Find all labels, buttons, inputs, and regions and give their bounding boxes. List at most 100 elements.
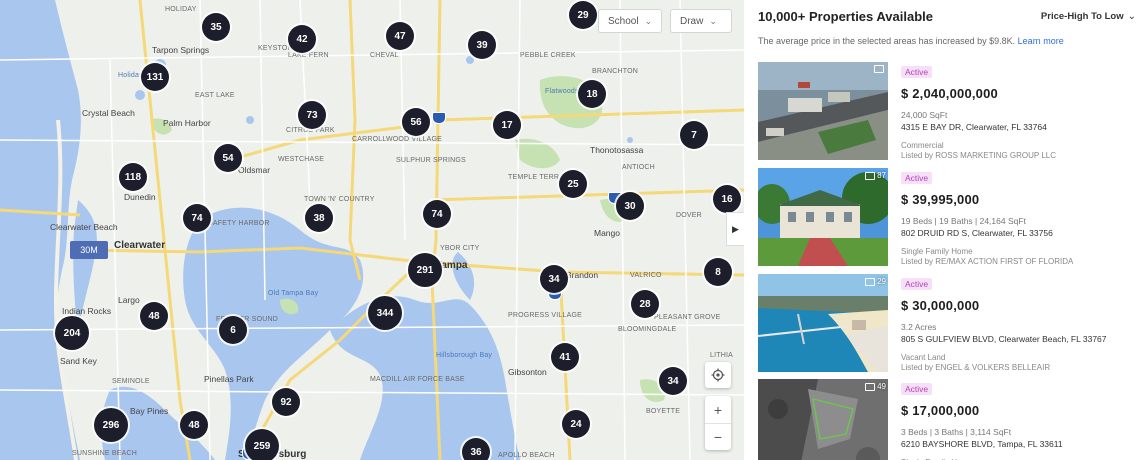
property-cluster[interactable]: 39 (468, 31, 496, 59)
place-label: Pinellas Park (204, 374, 254, 384)
property-cluster[interactable]: 18 (578, 80, 606, 108)
listing-card[interactable]: 87 Active $ 39,995,000 19 Beds | 19 Bath… (758, 168, 1140, 266)
property-cluster[interactable]: 6 (219, 316, 247, 344)
property-cluster[interactable]: 118 (119, 163, 147, 191)
place-label: Sand Key (60, 356, 97, 366)
learn-more-link[interactable]: Learn more (1018, 36, 1064, 46)
listing-photo[interactable] (758, 62, 888, 160)
property-cluster[interactable]: 73 (298, 101, 326, 129)
place-label: Seminole (112, 378, 150, 385)
photo-icon (874, 65, 884, 73)
place-label: Lake Fern (288, 52, 329, 59)
sort-label: Price-High To Low (1040, 11, 1124, 22)
zoom-in-button[interactable]: + (705, 396, 731, 423)
property-cluster[interactable]: 35 (202, 13, 230, 41)
listing-card[interactable]: 29 Active $ 30,000,000 3.2 Acres 805 S G… (758, 274, 1140, 372)
crosshair-icon (711, 368, 725, 382)
property-cluster[interactable]: 92 (272, 388, 300, 416)
place-label: Lithia (710, 352, 733, 359)
chevron-down-icon: ⌄ (1127, 11, 1136, 22)
listing-address[interactable]: 6210 BAYSHORE BLVD, Tampa, FL 33611 (901, 439, 1140, 449)
photo-icon (865, 171, 876, 180)
sort-dropdown[interactable]: Price-High To Low ⌄ (1041, 11, 1136, 22)
property-cluster[interactable]: 38 (305, 204, 333, 232)
place-label: Branchton (592, 68, 639, 75)
school-filter-button[interactable]: School ⌄ (598, 9, 662, 33)
listings-panel: 10,000+ Properties Available Price-High … (744, 0, 1140, 460)
place-label: Progress Village (508, 312, 583, 319)
map-view[interactable]: Holiday Tarpon Springs Holiday Bayou Eas… (0, 0, 744, 460)
property-cluster[interactable]: 259 (245, 429, 279, 460)
property-cluster[interactable]: 24 (562, 410, 590, 438)
property-cluster[interactable]: 28 (631, 290, 659, 318)
place-label: Brandon (566, 270, 599, 280)
place-label: Safety Harbor (208, 220, 270, 227)
draw-tool-button[interactable]: Draw ⌄ (670, 9, 732, 33)
property-cluster[interactable]: 204 (55, 316, 89, 350)
place-label: Cheval (370, 52, 399, 59)
property-cluster[interactable]: 74 (183, 204, 211, 232)
property-cluster[interactable]: 41 (551, 343, 579, 371)
property-cluster[interactable]: 48 (140, 302, 168, 330)
my-location-button[interactable] (705, 362, 731, 388)
listing-info: Active $ 17,000,000 3 Beds | 3 Baths | 3… (901, 379, 1140, 460)
place-label: Boyette (646, 408, 681, 415)
property-cluster[interactable]: 344 (368, 296, 402, 330)
interstate-shield-icon (432, 112, 446, 124)
place-label: Westchase (278, 156, 325, 163)
place-label: Antioch (622, 164, 655, 171)
place-label: Dunedin (124, 192, 156, 202)
property-cluster[interactable]: 30 (616, 192, 644, 220)
property-cluster[interactable]: 296 (94, 408, 128, 442)
photo-count-badge (874, 65, 886, 73)
collapse-panel-toggle[interactable]: ▶ (726, 212, 744, 246)
place-label: Mango (594, 228, 620, 238)
property-cluster[interactable]: 36 (462, 438, 490, 460)
draw-tool-label: Draw (680, 15, 704, 27)
status-badge: Active (901, 383, 933, 395)
status-badge: Active (901, 66, 933, 78)
place-label: Pleasant Grove (654, 314, 721, 321)
zoom-out-button[interactable]: − (705, 423, 731, 450)
listing-facts: 3 Beds | 3 Baths | 3,114 SqFt (901, 427, 1012, 437)
property-cluster[interactable]: 74 (423, 200, 451, 228)
app-root: Holiday Tarpon Springs Holiday Bayou Eas… (0, 0, 1140, 460)
property-cluster[interactable]: 16 (713, 185, 741, 213)
place-label: Clearwater (114, 240, 166, 251)
property-cluster[interactable]: 34 (540, 265, 568, 293)
property-cluster[interactable]: 291 (408, 253, 442, 287)
listing-photo[interactable]: 87 (758, 168, 888, 266)
property-cluster[interactable]: 8 (704, 258, 732, 286)
property-cluster[interactable]: 54 (214, 144, 242, 172)
property-cluster[interactable]: 56 (402, 108, 430, 136)
property-cluster[interactable]: 34 (659, 367, 687, 395)
property-cluster[interactable]: 47 (386, 22, 414, 50)
property-cluster[interactable]: 131 (141, 63, 169, 91)
photo-count: 29 (877, 277, 886, 286)
listing-address[interactable]: 802 DRUID RD S, Clearwater, FL 33756 (901, 228, 1140, 238)
place-label: Old Tampa Bay (268, 290, 319, 297)
selected-price-pin[interactable]: 30M (70, 241, 108, 259)
place-label: Carrollwood Village (352, 136, 443, 143)
property-cluster[interactable]: 17 (493, 111, 521, 139)
listing-photo[interactable]: 49 (758, 379, 888, 460)
place-label: Clearwater Beach (50, 222, 118, 232)
listing-price: $ 30,000,000 (901, 298, 980, 313)
property-type: Single Family Home (901, 247, 973, 256)
average-price-text: The average price in the selected areas … (758, 36, 1016, 46)
property-cluster[interactable]: 42 (288, 25, 316, 53)
place-label: Flatwoods (545, 88, 579, 95)
place-label: Indian Rocks (62, 306, 112, 316)
listing-card[interactable]: 49 Active $ 17,000,000 3 Beds | 3 Baths … (758, 379, 1140, 460)
property-cluster[interactable]: 25 (559, 170, 587, 198)
photo-count-badge: 87 (865, 171, 886, 180)
listing-card[interactable]: Active $ 2,040,000,000 24,000 SqFt 4315 … (758, 62, 1140, 160)
property-cluster[interactable]: 29 (569, 1, 597, 29)
listing-address[interactable]: 4315 E BAY DR, Clearwater, FL 33764 (901, 122, 1140, 132)
listing-photo[interactable]: 29 (758, 274, 888, 372)
commercial-aerial-photo (758, 62, 888, 160)
property-cluster[interactable]: 7 (680, 121, 708, 149)
property-cluster[interactable]: 48 (180, 411, 208, 439)
listing-address[interactable]: 805 S GULFVIEW BLVD, Clearwater Beach, F… (901, 334, 1140, 344)
photo-count: 49 (877, 382, 886, 391)
